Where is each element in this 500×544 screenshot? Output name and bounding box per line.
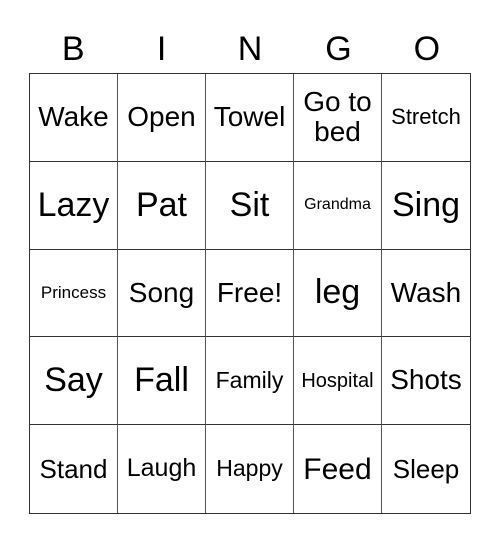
bingo-cell-text: Sing [391,185,461,224]
header-letter-b: B [61,30,85,68]
bingo-cell[interactable]: Say [30,337,118,426]
bingo-cell-text: Family [215,367,284,394]
bingo-cell[interactable]: leg [294,249,382,338]
bingo-cell[interactable]: Wake [30,74,118,162]
bingo-cell[interactable]: Sing [382,162,470,250]
bingo-cell[interactable]: Sit [206,161,294,250]
bingo-cell-text: Wake [38,101,109,132]
bingo-cell-text: Fall [134,361,189,400]
bingo-cell[interactable]: Feed [294,425,382,513]
bingo-cell-text: Go to bed [303,85,372,148]
bingo-cell-text: Lazy [37,185,110,224]
bingo-cell[interactable]: Towel [206,74,294,162]
bingo-header: B I N G O [29,26,471,72]
bingo-cell-text: Pat [135,185,188,224]
bingo-cell-text: Stand [39,453,108,484]
bingo-cell-text: Laugh [126,454,197,483]
header-letter-o: O [413,30,441,68]
bingo-cell[interactable]: Stand [30,425,118,513]
bingo-cell[interactable]: Open [118,74,206,162]
bingo-cell[interactable]: Wash [382,250,470,338]
header-letter-i: I [156,30,167,68]
bingo-cell-text: Hospital [301,369,374,392]
bingo-cell[interactable]: Song [118,249,206,338]
bingo-cell[interactable]: Free! [206,249,294,338]
bingo-cell-text: Song [128,276,195,308]
bingo-cell-text: Sleep [392,453,460,484]
bingo-cell[interactable]: Happy [206,425,294,513]
bingo-cell[interactable]: Lazy [30,161,118,250]
bingo-cell-text: Wash [390,276,462,308]
bingo-cell-text: Say [44,361,103,400]
bingo-grid: Wake Open Towel Go to bed Stretch Lazy Pat Sit G… [29,73,471,514]
bingo-cell-text: Stretch [391,104,461,130]
bingo-cell-text: Sit [229,185,270,224]
bingo-cell-text: Princess [40,282,107,302]
header-letter-g: G [325,30,352,68]
bingo-cell-text: Grandma [304,196,371,214]
bingo-cell[interactable]: Stretch [382,74,470,162]
bingo-cell[interactable]: Go to bed [294,74,382,162]
header-letter-n: N [237,30,263,68]
bingo-cell[interactable]: Shots [382,337,470,426]
bingo-cell[interactable]: Fall [118,337,206,426]
bingo-cell[interactable]: Princess [30,249,118,338]
bingo-cell-text: Open [127,101,196,132]
bingo-cell[interactable]: Sleep [382,425,470,513]
bingo-cell[interactable]: Laugh [118,425,206,513]
bingo-cell[interactable]: Pat [118,161,206,250]
bingo-cell[interactable]: Family [206,337,294,426]
bingo-cell-text: Shots [390,364,462,396]
bingo-cell-text: Free! [216,276,283,308]
bingo-cell[interactable]: Grandma [294,161,382,250]
bingo-cell-text: Happy [216,455,283,482]
bingo-cell-text: Towel [213,101,286,132]
bingo-cell-text: Feed [303,452,372,486]
bingo-cell-text: leg [314,273,361,312]
bingo-cell[interactable]: Hospital [294,337,382,426]
